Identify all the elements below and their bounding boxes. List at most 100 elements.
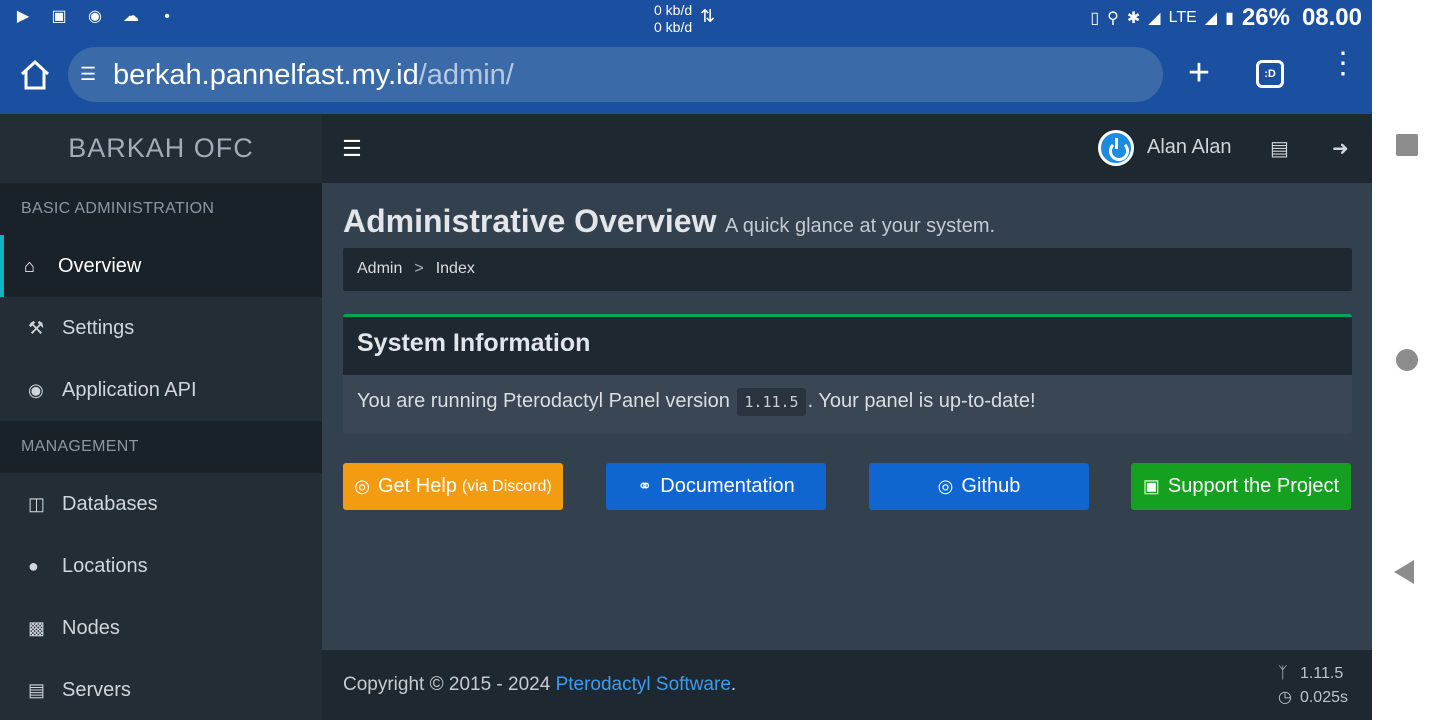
github-label: Github — [961, 475, 1021, 497]
sidebar-item-overview[interactable]: ⌂ Overview — [0, 235, 322, 297]
support-label: Support the Project — [1167, 475, 1340, 497]
breadcrumb-admin[interactable]: Admin — [357, 260, 402, 277]
sitemap-icon: ▩ — [28, 617, 46, 638]
address-bar[interactable]: ☰ berkah.pannelfast.my.id/admin/ — [68, 47, 1163, 102]
gamepad-icon: ◉ — [28, 379, 44, 400]
breadcrumb: Admin > Index — [343, 248, 1352, 291]
clock-icon: ◷ — [1277, 689, 1292, 706]
support-project-button[interactable]: ▣ Support the Project — [1131, 463, 1351, 510]
get-help-button[interactable]: ◎ Get Help (via Discord) — [343, 463, 563, 510]
url-host: berkah.pannelfast.my.id — [113, 59, 419, 91]
pterodactyl-link[interactable]: Pterodactyl Software — [556, 674, 731, 695]
network-speed: 0 kb/d 0 kb/d — [654, 2, 692, 36]
link-icon: ⚭ — [637, 476, 653, 496]
url-path: /admin/ — [418, 59, 514, 91]
sidebar-item-label: Locations — [62, 554, 148, 577]
home-button-icon[interactable] — [1396, 349, 1418, 371]
breadcrumb-separator: > — [414, 260, 424, 277]
recents-icon[interactable] — [1396, 134, 1418, 156]
sidebar-header-management: MANAGEMENT — [0, 421, 322, 473]
vpn-icon: ◉ — [88, 8, 102, 25]
cloud-icon: ☁ — [123, 8, 139, 25]
get-help-small: (via Discord) — [461, 477, 552, 495]
version-text-before: You are running Pterodactyl Panel versio… — [357, 390, 730, 412]
avatar[interactable] — [1098, 130, 1134, 166]
key-icon: ⚲ — [1107, 10, 1119, 27]
documentation-button[interactable]: ⚭ Documentation — [606, 463, 826, 510]
copyright-period: . — [730, 674, 737, 695]
copyright-text: Copyright © 2015 - 2024 — [343, 674, 556, 695]
get-help-label: Get Help — [377, 475, 457, 497]
sidebar-header-basic: BASIC ADMINISTRATION — [0, 183, 322, 235]
page-subtitle: A quick glance at your system. — [724, 215, 996, 237]
version-text-after: . Your panel is up-to-date! — [807, 390, 1036, 412]
sidebar-item-databases[interactable]: ◫ Databases — [0, 473, 322, 535]
footer-version: 1.11.5 — [1299, 665, 1344, 682]
footer-meta: ᛉ 1.11.5 ◷ 0.025s — [1278, 662, 1348, 710]
battery-icon: ▮ — [1225, 10, 1234, 27]
server-list-icon[interactable]: ▤ — [1270, 136, 1289, 161]
logout-icon[interactable]: ➜ — [1332, 136, 1349, 161]
sidebar-item-settings[interactable]: ⚒ Settings — [0, 297, 322, 359]
signal-icon: ◢ — [1148, 10, 1161, 27]
code-branch-icon: ᛉ — [1277, 665, 1288, 682]
youtube-icon: ▶ — [16, 8, 30, 25]
life-ring-icon: ◎ — [937, 476, 954, 496]
sidebar-item-locations[interactable]: ● Locations — [0, 535, 322, 597]
main-content: Administrative Overview A quick glance a… — [322, 183, 1372, 650]
more-options-icon[interactable]: ⋮ — [1328, 49, 1358, 94]
status-clock: 08.00 — [1301, 4, 1362, 31]
system-information-box: System Information You are running Ptero… — [343, 314, 1352, 434]
device-screen: ▶ ▣ ◉ ☁ • 0 kb/d 0 kb/d ⇅ ▯ ⚲ ✱ ◢ LTE ◢ … — [0, 0, 1372, 720]
sidebar-item-label: Servers — [62, 678, 131, 701]
android-nav-rail — [1372, 0, 1440, 720]
net-down-speed: 0 kb/d — [654, 19, 693, 35]
copyright: Copyright © 2015 - 2024 Pterodactyl Soft… — [343, 674, 736, 696]
url-text[interactable]: berkah.pannelfast.my.id/admin/ — [113, 59, 514, 92]
page-title: Administrative Overview A quick glance a… — [343, 203, 995, 240]
signal-icon-2: ◢ — [1204, 10, 1218, 27]
dot-icon: • — [164, 8, 170, 25]
home-icon[interactable] — [18, 58, 52, 92]
tab-switcher-button[interactable]: :D — [1256, 60, 1284, 88]
new-tab-icon[interactable]: + — [1184, 54, 1214, 94]
home-icon: ⌂ — [24, 255, 35, 276]
footer-time: 0.025s — [1299, 689, 1348, 706]
panel-brand[interactable]: BARKAH OFC — [0, 114, 322, 183]
life-ring-icon: ◎ — [354, 476, 370, 496]
wrench-icon: ⚒ — [28, 317, 45, 338]
version-code: 1.11.5 — [737, 388, 806, 416]
footer: Copyright © 2015 - 2024 Pterodactyl Soft… — [322, 650, 1372, 720]
server-icon: ▤ — [28, 679, 46, 700]
sidebar-item-label: Application API — [62, 378, 197, 401]
box-heading: System Information — [343, 317, 1352, 375]
gallery-icon: ▣ — [51, 8, 67, 25]
data-transfer-icon: ⇅ — [700, 6, 716, 26]
sidebar: BASIC ADMINISTRATION ⌂ Overview ⚒ Settin… — [0, 183, 322, 720]
battery-level: 26% — [1241, 4, 1290, 31]
user-name[interactable]: Alan Alan — [1147, 136, 1232, 159]
net-up-speed: 0 kb/d — [654, 2, 693, 18]
sidebar-item-nodes[interactable]: ▩ Nodes — [0, 597, 322, 659]
phone-icon: ▯ — [1090, 10, 1100, 27]
sidebar-item-application-api[interactable]: ◉ Application API — [0, 359, 322, 421]
github-button[interactable]: ◎ Github — [869, 463, 1089, 510]
breadcrumb-index: Index — [435, 260, 475, 277]
sidebar-item-servers[interactable]: ▤ Servers — [0, 659, 322, 720]
bluetooth-icon: ✱ — [1126, 10, 1141, 27]
site-settings-icon[interactable]: ☰ — [80, 64, 96, 85]
sidebar-toggle-icon[interactable]: ☰ — [322, 114, 382, 183]
sidebar-item-label: Nodes — [62, 616, 120, 639]
money-icon: ▣ — [1142, 476, 1160, 496]
page-title-text: Administrative Overview — [343, 203, 717, 239]
sidebar-item-label: Settings — [62, 316, 135, 339]
sidebar-item-label: Databases — [62, 492, 158, 515]
sidebar-item-label: Overview — [58, 254, 142, 277]
back-icon[interactable] — [1394, 560, 1414, 584]
database-icon: ◫ — [28, 493, 46, 514]
box-body: You are running Pterodactyl Panel versio… — [343, 375, 1352, 428]
network-type: LTE — [1168, 9, 1197, 26]
status-bar: ▶ ▣ ◉ ☁ • 0 kb/d 0 kb/d ⇅ ▯ ⚲ ✱ ◢ LTE ◢ … — [0, 0, 1372, 36]
top-navbar: ☰ Alan Alan ▤ ➜ — [322, 114, 1372, 183]
documentation-label: Documentation — [660, 475, 795, 497]
